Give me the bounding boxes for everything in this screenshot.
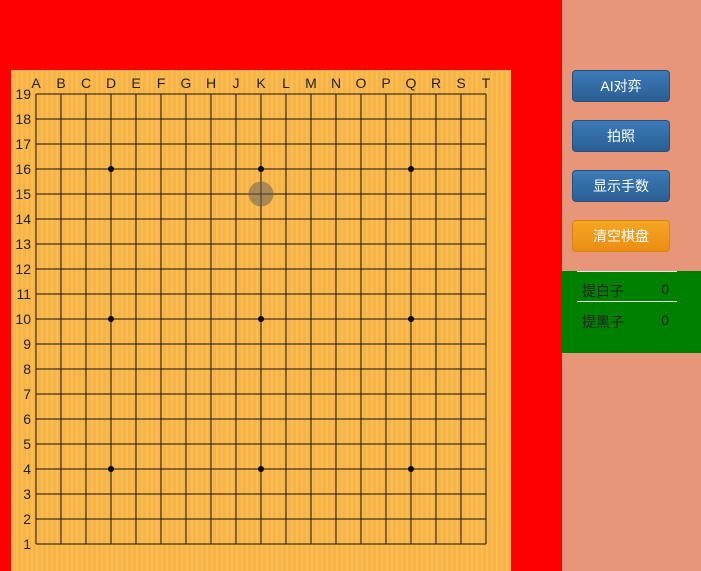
captured-white-count: 0	[661, 281, 669, 297]
star-point	[408, 466, 414, 472]
star-point	[108, 466, 114, 472]
column-label: Q	[406, 75, 417, 91]
column-label: K	[256, 75, 266, 91]
divider	[577, 301, 677, 302]
row-label: 14	[15, 211, 31, 227]
row-label: 18	[15, 111, 31, 127]
row-label: 10	[15, 311, 31, 327]
row-label: 2	[23, 511, 31, 527]
row-label: 13	[15, 236, 31, 252]
column-label: P	[381, 75, 390, 91]
board-area: A B C D E F G H J K L M N O P Q R S T 19 18 17 16 15 14 13 12 11 10 9…	[0, 0, 562, 571]
board-grid[interactable]: A B C D E F G H J K L M N O P Q R S T191817161514131211109…	[11, 70, 511, 571]
column-label: B	[56, 75, 65, 91]
star-point	[258, 316, 264, 322]
row-label: 16	[15, 161, 31, 177]
row-label: 5	[23, 436, 31, 452]
column-label: N	[331, 75, 341, 91]
row-label: 3	[23, 486, 31, 502]
row-label: 6	[23, 411, 31, 427]
column-label: G	[181, 75, 192, 91]
column-label: M	[305, 75, 317, 91]
column-label: H	[206, 75, 216, 91]
show-moves-button[interactable]: 显示手数	[572, 170, 670, 202]
star-point	[408, 166, 414, 172]
captured-white-label: 提白子	[582, 283, 624, 299]
captures-panel: 提白子 0 提黑子 0	[562, 271, 701, 353]
divider	[577, 271, 677, 272]
column-label: E	[131, 75, 140, 91]
captured-black-count: 0	[661, 312, 669, 328]
column-label: O	[356, 75, 367, 91]
go-board[interactable]: A B C D E F G H J K L M N O P Q R S T 19 18 17 16 15 14 13 12 11 10 9…	[11, 70, 511, 571]
column-label: C	[81, 75, 91, 91]
captured-white-row: 提白子 0	[577, 274, 677, 302]
row-label: 1	[23, 536, 31, 552]
column-label: D	[106, 75, 116, 91]
row-label: 11	[16, 286, 31, 302]
captured-black-row: 提黑子 0	[577, 305, 677, 333]
hover-stone-indicator	[248, 181, 274, 207]
ai-play-button[interactable]: AI对弈	[572, 70, 670, 102]
column-label: F	[157, 75, 166, 91]
row-label: 17	[15, 136, 31, 152]
captured-black-label: 提黑子	[582, 314, 624, 330]
column-label: S	[456, 75, 465, 91]
row-label: 19	[15, 86, 31, 102]
column-label: T	[482, 75, 491, 91]
star-point	[108, 166, 114, 172]
row-label: 15	[15, 186, 31, 202]
column-label: L	[282, 75, 290, 91]
row-label: 4	[23, 461, 31, 477]
column-label: J	[233, 75, 240, 91]
column-label: R	[431, 75, 441, 91]
control-panel: AI对弈 拍照 显示手数 清空棋盘 提白子 0 提黑子 0	[562, 0, 701, 571]
star-point	[258, 166, 264, 172]
star-point	[108, 316, 114, 322]
photo-button[interactable]: 拍照	[572, 120, 670, 152]
row-label: 12	[15, 261, 31, 277]
row-label: 8	[23, 361, 31, 377]
row-label: 7	[23, 386, 31, 402]
star-point	[258, 466, 264, 472]
star-point	[408, 316, 414, 322]
column-label: A	[31, 75, 41, 91]
clear-board-button[interactable]: 清空棋盘	[572, 220, 670, 252]
row-label: 9	[23, 336, 31, 352]
